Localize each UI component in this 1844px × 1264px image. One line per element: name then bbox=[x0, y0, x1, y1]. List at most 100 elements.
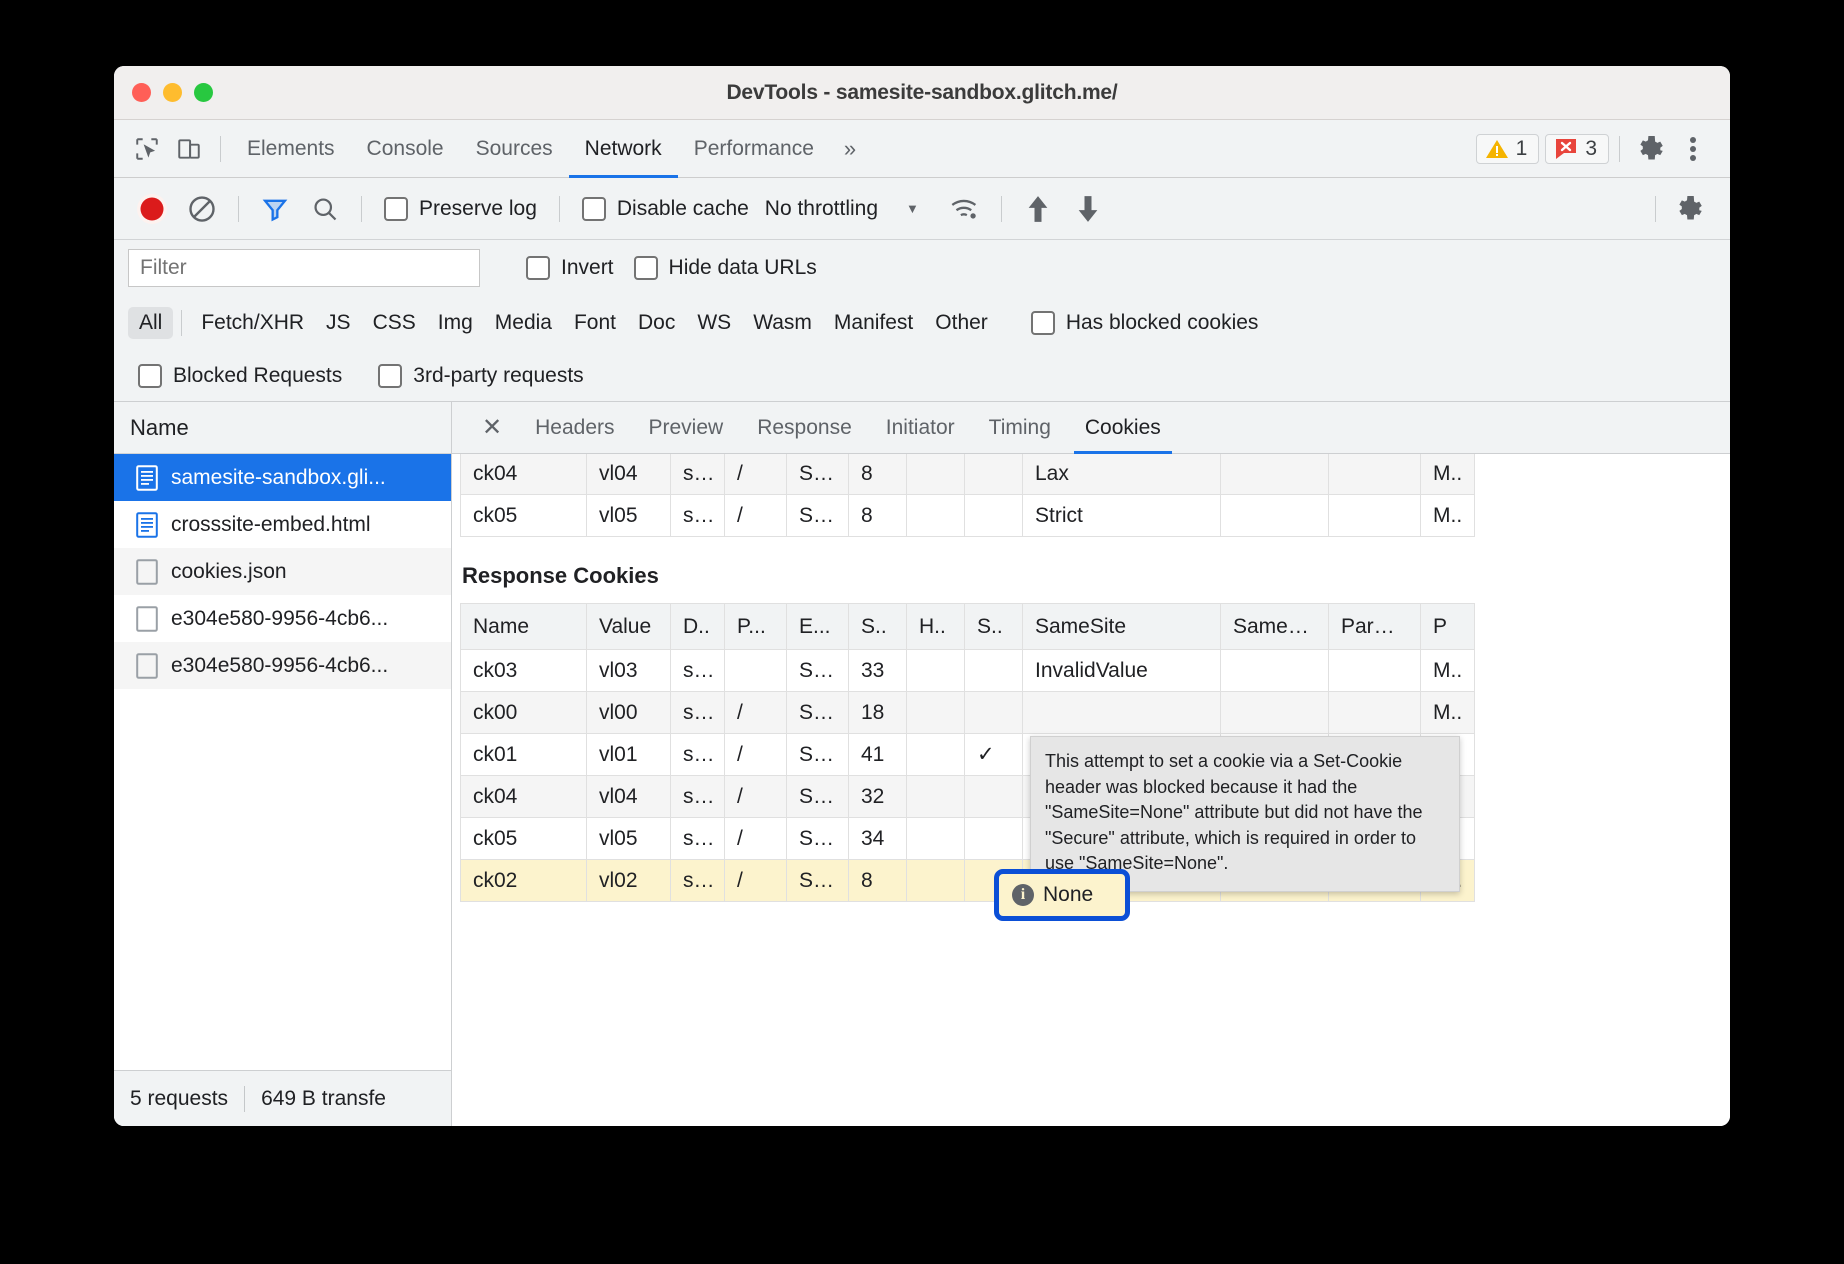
cell-name: ck03 bbox=[461, 650, 587, 692]
invert-box[interactable] bbox=[526, 256, 550, 280]
hide-data-urls-checkbox[interactable]: Hide data URLs bbox=[624, 256, 827, 280]
tab-sources[interactable]: Sources bbox=[460, 120, 569, 177]
inspect-element-icon[interactable] bbox=[126, 128, 168, 170]
cell-httponly bbox=[907, 860, 965, 902]
filter-row: Filter Invert Hide data URLs bbox=[114, 240, 1730, 296]
title-bar: DevTools - samesite-sandbox.glitch.me/ bbox=[114, 66, 1730, 120]
toolbar-divider-3 bbox=[238, 196, 239, 222]
preserve-log-checkbox[interactable]: Preserve log bbox=[374, 197, 547, 221]
chip-ws[interactable]: WS bbox=[686, 307, 742, 339]
list-item[interactable]: e304e580-9956-4cb6... bbox=[114, 642, 451, 689]
blocked-requests-box[interactable] bbox=[138, 364, 162, 388]
kebab-menu-icon[interactable] bbox=[1672, 128, 1714, 170]
generic-file-icon bbox=[136, 653, 158, 679]
disable-cache-box[interactable] bbox=[582, 197, 606, 221]
list-item[interactable]: crosssite-embed.html bbox=[114, 501, 451, 548]
tab-elements[interactable]: Elements bbox=[231, 120, 351, 177]
list-item[interactable]: e304e580-9956-4cb6... bbox=[114, 595, 451, 642]
col-size[interactable]: S.. bbox=[849, 604, 907, 650]
chip-fetch-xhr[interactable]: Fetch/XHR bbox=[190, 307, 315, 339]
table-row[interactable]: ck05 vl05 s… / S… 8 Strict bbox=[461, 495, 1475, 537]
blocked-requests-checkbox[interactable]: Blocked Requests bbox=[128, 364, 352, 388]
clear-prohibited-icon[interactable] bbox=[178, 185, 226, 233]
search-icon[interactable] bbox=[301, 185, 349, 233]
col-domain[interactable]: D.. bbox=[671, 604, 725, 650]
chip-other[interactable]: Other bbox=[924, 307, 999, 339]
table-row[interactable]: ck04 vl04 s… / S… 8 Lax bbox=[461, 454, 1475, 495]
funnel-icon[interactable] bbox=[251, 185, 299, 233]
col-value[interactable]: Value bbox=[587, 604, 671, 650]
col-priority[interactable]: P bbox=[1421, 604, 1475, 650]
disable-cache-checkbox[interactable]: Disable cache bbox=[572, 197, 759, 221]
download-arrow-icon[interactable] bbox=[1064, 185, 1112, 233]
tab-response[interactable]: Response bbox=[740, 402, 869, 453]
col-samepartykey[interactable]: Same… bbox=[1221, 604, 1329, 650]
chip-img[interactable]: Img bbox=[427, 307, 484, 339]
table-row[interactable]: ck03 vl03 s… S… 33 InvalidValue bbox=[461, 650, 1475, 692]
tab-headers[interactable]: Headers bbox=[518, 402, 631, 453]
tab-initiator[interactable]: Initiator bbox=[869, 402, 972, 453]
network-settings-gear-icon[interactable] bbox=[1666, 185, 1714, 233]
tab-network[interactable]: Network bbox=[569, 120, 678, 177]
preserve-log-box[interactable] bbox=[384, 197, 408, 221]
tab-console[interactable]: Console bbox=[351, 120, 460, 177]
chip-doc[interactable]: Doc bbox=[627, 307, 686, 339]
close-icon[interactable]: ✕ bbox=[466, 416, 518, 440]
samesite-none-focused-cell[interactable]: i None bbox=[994, 869, 1130, 921]
summary-divider bbox=[244, 1086, 245, 1112]
col-secure[interactable]: S.. bbox=[965, 604, 1023, 650]
chip-media[interactable]: Media bbox=[484, 307, 563, 339]
tab-performance[interactable]: Performance bbox=[678, 120, 830, 177]
tab-preview[interactable]: Preview bbox=[632, 402, 741, 453]
chip-all[interactable]: All bbox=[128, 307, 173, 339]
cell-expires: S… bbox=[787, 495, 849, 537]
has-blocked-cookies-checkbox[interactable]: Has blocked cookies bbox=[1021, 311, 1269, 335]
cell-secure bbox=[965, 495, 1023, 537]
cell-path bbox=[725, 650, 787, 692]
third-party-requests-box[interactable] bbox=[378, 364, 402, 388]
blocked-filters-row: Blocked Requests 3rd-party requests bbox=[114, 350, 1730, 402]
warning-count-badge[interactable]: 1 bbox=[1476, 134, 1540, 164]
request-list-header: Name bbox=[114, 402, 451, 454]
cell-partition bbox=[1329, 650, 1421, 692]
cell-value: vl05 bbox=[587, 495, 671, 537]
col-samesite[interactable]: SameSite bbox=[1023, 604, 1221, 650]
more-tabs-icon[interactable]: » bbox=[830, 136, 867, 162]
has-blocked-cookies-box[interactable] bbox=[1031, 311, 1055, 335]
info-icon: i bbox=[1012, 884, 1034, 906]
cell-secure bbox=[965, 692, 1023, 734]
chevron-down-icon[interactable]: ▼ bbox=[906, 201, 919, 216]
cookies-content: ck04 vl04 s… / S… 8 Lax bbox=[452, 454, 1730, 1126]
network-body: Name samesite-sandbox.gli... bbox=[114, 402, 1730, 1126]
tab-cookies[interactable]: Cookies bbox=[1068, 402, 1178, 453]
table-row[interactable]: ck00 vl00 s… / S… 18 bbox=[461, 692, 1475, 734]
chip-css[interactable]: CSS bbox=[362, 307, 427, 339]
toggle-device-toolbar-icon[interactable] bbox=[168, 128, 210, 170]
col-partition[interactable]: Par… bbox=[1329, 604, 1421, 650]
cell-domain: s… bbox=[671, 818, 725, 860]
upload-arrow-icon[interactable] bbox=[1014, 185, 1062, 233]
list-item[interactable]: samesite-sandbox.gli... bbox=[114, 454, 451, 501]
network-conditions-icon[interactable] bbox=[941, 185, 989, 233]
throttling-select-value[interactable]: No throttling bbox=[765, 197, 878, 221]
invert-checkbox[interactable]: Invert bbox=[516, 256, 624, 280]
third-party-requests-checkbox[interactable]: 3rd-party requests bbox=[368, 364, 593, 388]
chip-manifest[interactable]: Manifest bbox=[823, 307, 924, 339]
col-path[interactable]: P... bbox=[725, 604, 787, 650]
chip-font[interactable]: Font bbox=[563, 307, 627, 339]
chip-wasm[interactable]: Wasm bbox=[742, 307, 823, 339]
chip-js[interactable]: JS bbox=[315, 307, 362, 339]
record-circle-icon[interactable] bbox=[128, 185, 176, 233]
hide-data-urls-box[interactable] bbox=[634, 256, 658, 280]
list-item[interactable]: cookies.json bbox=[114, 548, 451, 595]
error-count-badge[interactable]: 3 bbox=[1545, 134, 1609, 164]
filter-input[interactable]: Filter bbox=[128, 249, 480, 287]
col-httponly[interactable]: H.. bbox=[907, 604, 965, 650]
cell-expires: S… bbox=[787, 650, 849, 692]
col-name[interactable]: Name bbox=[461, 604, 587, 650]
toolbar-divider-4 bbox=[361, 196, 362, 222]
cell-samepartykey bbox=[1221, 650, 1329, 692]
col-expires[interactable]: E... bbox=[787, 604, 849, 650]
tab-timing[interactable]: Timing bbox=[972, 402, 1068, 453]
gear-icon[interactable] bbox=[1630, 128, 1672, 170]
